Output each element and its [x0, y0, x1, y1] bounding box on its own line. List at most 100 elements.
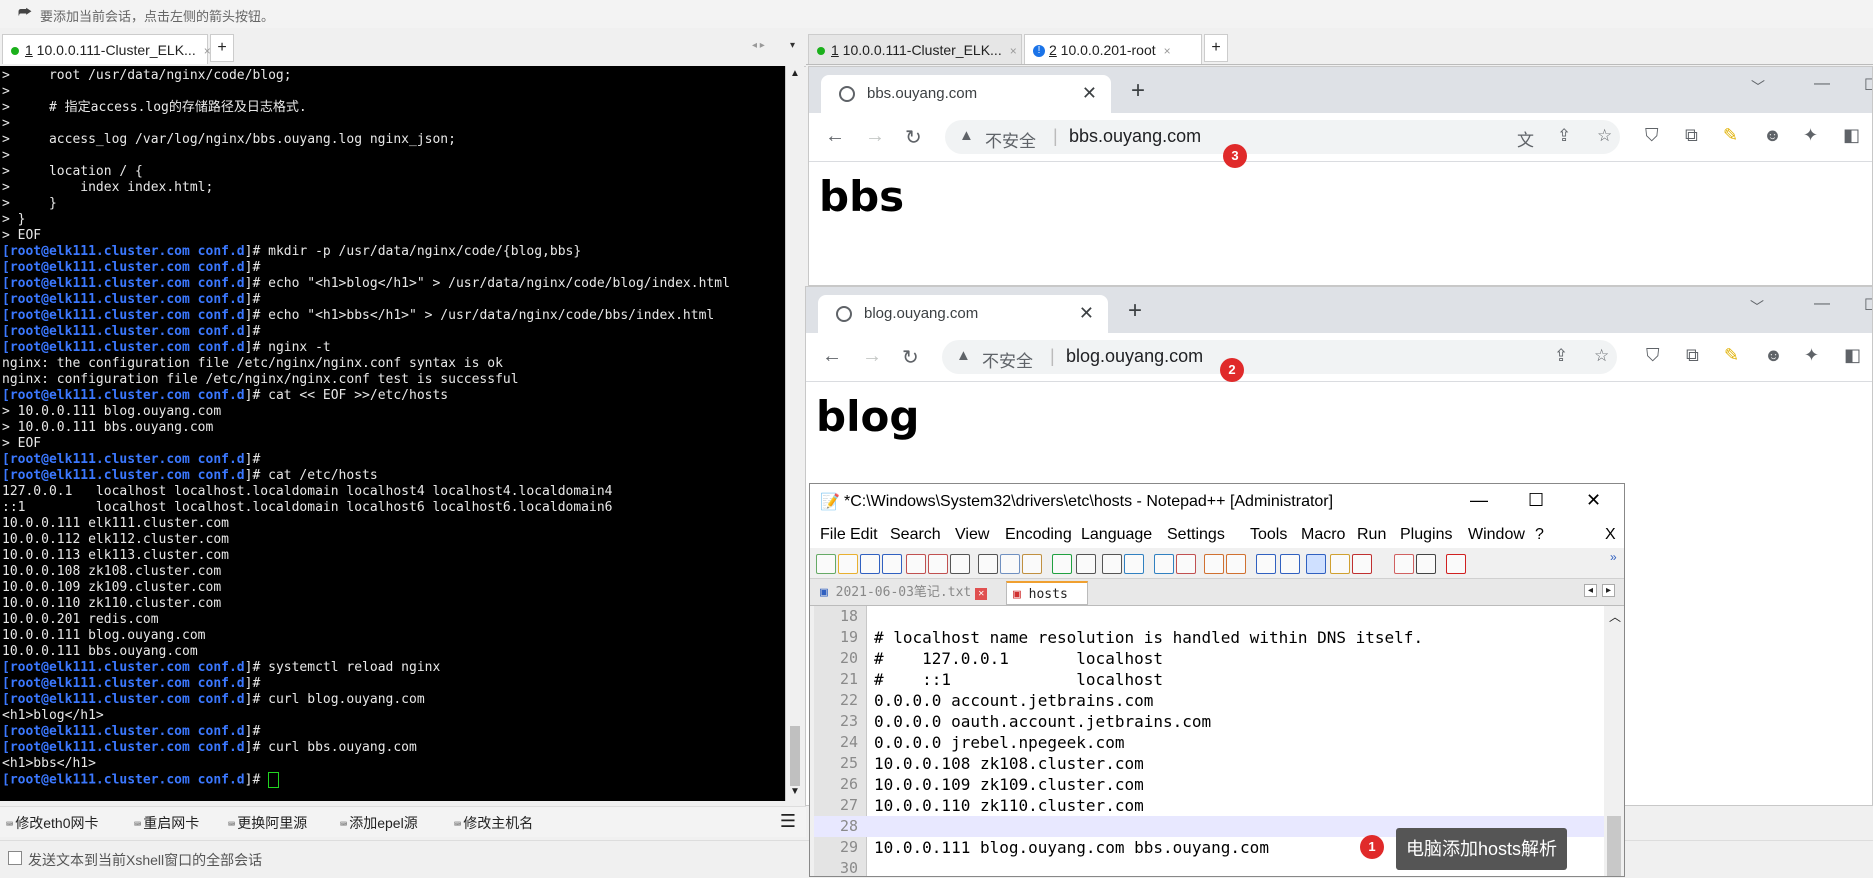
- minimize-icon[interactable]: —: [1814, 75, 1830, 93]
- menu-item-language[interactable]: Language: [1081, 526, 1152, 544]
- arrow-session-icon[interactable]: ⮫: [18, 4, 32, 21]
- save-icon[interactable]: [860, 554, 880, 574]
- print-icon[interactable]: [950, 554, 970, 574]
- editor-scrollbar[interactable]: ︿: [1604, 606, 1624, 876]
- star-icon[interactable]: ☆: [1597, 126, 1612, 146]
- close-icon[interactable]: ✕: [1586, 490, 1601, 511]
- menu-item-file[interactable]: File: [820, 526, 846, 544]
- menu-item-view[interactable]: View: [955, 526, 989, 544]
- extension-pencil-icon[interactable]: ✎: [1724, 345, 1739, 366]
- menu-item-tools[interactable]: Tools: [1250, 526, 1287, 544]
- reload-icon[interactable]: ↻: [902, 345, 919, 370]
- maximize-icon[interactable]: ☐: [1864, 295, 1872, 315]
- add-tab-button[interactable]: +: [1204, 34, 1228, 62]
- scroll-thumb[interactable]: [1607, 816, 1621, 876]
- translate-icon[interactable]: 文: [1517, 126, 1534, 151]
- doc-map-icon[interactable]: [1330, 554, 1350, 574]
- menu-item-run[interactable]: Run: [1357, 526, 1386, 544]
- save-all-icon[interactable]: [882, 554, 902, 574]
- close-all-icon[interactable]: [928, 554, 948, 574]
- tab-session-elk111[interactable]: 1 10.0.0.111-Cluster_ELK... ×: [2, 34, 211, 64]
- wrap-icon[interactable]: [1256, 554, 1276, 574]
- function-list-icon[interactable]: [1352, 554, 1372, 574]
- tab-session-redis[interactable]: ! 2 10.0.0.201-root ×: [1024, 34, 1202, 64]
- close-icon[interactable]: ×: [1010, 44, 1017, 58]
- tab-menu-chevron-icon[interactable]: ▾: [790, 40, 795, 51]
- menu-item-encoding[interactable]: Encoding: [1005, 526, 1072, 544]
- back-arrow-icon[interactable]: ←: [822, 345, 842, 368]
- quick-command-button[interactable]: ⌨ 更换阿里源: [228, 813, 307, 833]
- extension-panda-icon[interactable]: ☻: [1764, 345, 1783, 366]
- scroll-down-icon[interactable]: ▼: [790, 786, 800, 797]
- warning-icon[interactable]: ▲: [959, 127, 974, 144]
- forward-arrow-icon[interactable]: →: [862, 345, 882, 368]
- zoom-out-icon[interactable]: [1176, 554, 1196, 574]
- puzzle-extensions-icon[interactable]: ✦: [1803, 125, 1818, 146]
- menu-item-plugins[interactable]: Plugins: [1400, 526, 1452, 544]
- scroll-up-icon[interactable]: ▲: [790, 68, 800, 79]
- address-bar[interactable]: ▲ 不安全 | blog.ouyang.com ⇪ ☆: [942, 340, 1617, 374]
- tab-session-elk111[interactable]: 1 10.0.0.111-Cluster_ELK... ×: [808, 34, 1022, 64]
- address-bar[interactable]: ▲ 不安全 | bbs.ouyang.com 文 ⇪ ☆: [945, 120, 1620, 154]
- all-chars-icon[interactable]: [1280, 554, 1300, 574]
- extension-copy-icon[interactable]: ⧉: [1685, 125, 1698, 146]
- new-file-icon[interactable]: [816, 554, 836, 574]
- close-document-button[interactable]: X: [1605, 526, 1616, 544]
- maximize-icon[interactable]: ☐: [1528, 490, 1544, 511]
- folder-workspace-icon[interactable]: [1394, 554, 1414, 574]
- menu-item-search[interactable]: Search: [890, 526, 941, 544]
- tab-scroll-left-icon[interactable]: ◂: [1584, 584, 1598, 597]
- find-icon[interactable]: [1102, 554, 1122, 574]
- open-file-icon[interactable]: [838, 554, 858, 574]
- maximize-icon[interactable]: ☐: [1864, 75, 1872, 95]
- sidepanel-icon[interactable]: ◧: [1844, 345, 1861, 366]
- browser-tab[interactable]: bbs.ouyang.com ✕: [821, 75, 1111, 113]
- quick-command-button[interactable]: ⌨ 修改eth0网卡: [6, 813, 98, 833]
- toolbar-overflow-icon[interactable]: »: [1610, 550, 1617, 564]
- extension-panda-icon[interactable]: ☻: [1763, 125, 1782, 146]
- scroll-up-icon[interactable]: ︿: [1609, 608, 1621, 625]
- zoom-in-icon[interactable]: [1154, 554, 1174, 574]
- star-icon[interactable]: ☆: [1594, 346, 1609, 366]
- close-tab-icon[interactable]: ✕: [1079, 303, 1094, 324]
- close-icon[interactable]: [906, 554, 926, 574]
- share-icon[interactable]: ⇪: [1557, 126, 1571, 146]
- sync-v-icon[interactable]: [1204, 554, 1224, 574]
- menu-item-macro[interactable]: Macro: [1301, 526, 1345, 544]
- quick-command-button[interactable]: ⌨ 修改主机名: [454, 813, 533, 833]
- warning-icon[interactable]: ▲: [956, 347, 971, 364]
- extension-shield-icon[interactable]: ⛉: [1645, 125, 1659, 146]
- scroll-thumb[interactable]: [790, 726, 800, 786]
- terminal-output[interactable]: > root /usr/data/nginx/code/blog; > > # 指定…: [0, 66, 785, 801]
- quick-command-button[interactable]: ⌨ 重启网卡: [134, 813, 199, 833]
- share-icon[interactable]: ⇪: [1554, 346, 1568, 366]
- replace-icon[interactable]: [1124, 554, 1144, 574]
- indent-guide-icon[interactable]: [1306, 554, 1326, 574]
- puzzle-extensions-icon[interactable]: ✦: [1804, 345, 1819, 366]
- file-tab-hosts[interactable]: ▣ hosts✕: [1006, 581, 1088, 626]
- menu-item-settings[interactable]: Settings: [1167, 526, 1225, 544]
- url-text[interactable]: bbs.ouyang.com: [1069, 126, 1201, 147]
- browser-tab[interactable]: blog.ouyang.com ✕: [818, 295, 1108, 333]
- close-icon[interactable]: ✕: [975, 588, 988, 600]
- redo-icon[interactable]: [1076, 554, 1096, 574]
- tab-scroll-arrows-icon[interactable]: ◂ ▸: [752, 40, 765, 51]
- chevron-down-icon[interactable]: ﹀: [1751, 77, 1765, 97]
- sync-h-icon[interactable]: [1226, 554, 1246, 574]
- chevron-down-icon[interactable]: ﹀: [1750, 297, 1764, 317]
- forward-arrow-icon[interactable]: →: [865, 125, 885, 148]
- close-tab-icon[interactable]: ✕: [1082, 83, 1097, 104]
- add-tab-button[interactable]: +: [210, 34, 234, 62]
- menu-item-edit[interactable]: Edit: [850, 526, 878, 544]
- paste-icon[interactable]: [1022, 554, 1042, 574]
- extension-copy-icon[interactable]: ⧉: [1686, 345, 1699, 366]
- record-macro-icon[interactable]: [1446, 554, 1466, 574]
- file-tab-notes[interactable]: ▣ 2021-06-03笔记.txt ✕: [814, 581, 1004, 605]
- copy-icon[interactable]: [1000, 554, 1020, 574]
- hamburger-menu-icon[interactable]: ☰: [780, 811, 796, 832]
- monitor-icon[interactable]: [1416, 554, 1436, 574]
- undo-icon[interactable]: [1052, 554, 1072, 574]
- minimize-icon[interactable]: —: [1814, 295, 1830, 313]
- extension-pencil-icon[interactable]: ✎: [1723, 125, 1738, 146]
- cut-icon[interactable]: [978, 554, 998, 574]
